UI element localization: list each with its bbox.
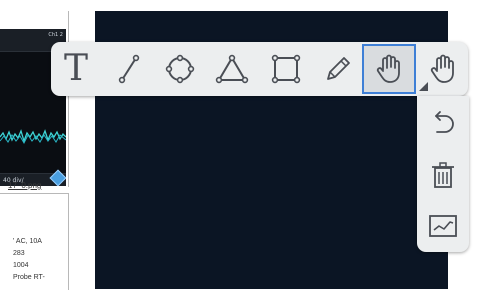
submenu-indicator-icon [419, 82, 428, 91]
triangle-icon [215, 54, 249, 84]
spec-line: 1004 [13, 262, 29, 269]
drawing-toolbar: T [51, 42, 468, 96]
chart-icon [429, 215, 457, 237]
rectangle-icon [271, 54, 301, 84]
text-icon: T [63, 48, 88, 89]
rectangle-tool-button[interactable] [264, 42, 308, 96]
line-tool-button[interactable] [107, 42, 151, 96]
document-preview-bottom: ' AC, 10A 283 1004 Probe RT- [0, 193, 69, 290]
image-filename-link[interactable]: 17_0.png [8, 181, 41, 190]
pencil-icon [327, 57, 350, 80]
spec-line: ' AC, 10A [13, 238, 42, 245]
circle-icon [165, 54, 195, 84]
pencil-tool-button[interactable] [316, 42, 360, 96]
triangle-tool-button[interactable] [210, 42, 254, 96]
undo-icon [435, 111, 454, 133]
side-tool-panel [417, 96, 469, 252]
document-preview-top: Ch1 2 40 div/ [0, 11, 69, 187]
delete-button[interactable] [417, 149, 469, 201]
text-tool-button[interactable]: T [54, 42, 98, 96]
trash-icon [432, 162, 454, 188]
hand-icon [430, 54, 454, 83]
line-icon [118, 54, 140, 84]
hand-icon [376, 54, 400, 83]
chart-button[interactable] [417, 200, 469, 252]
spec-line: 283 [13, 250, 25, 257]
undo-button[interactable] [417, 98, 469, 150]
pan-tool-button[interactable] [362, 44, 416, 94]
circle-tool-button[interactable] [158, 42, 202, 96]
spec-line: Probe RT- [13, 274, 45, 281]
